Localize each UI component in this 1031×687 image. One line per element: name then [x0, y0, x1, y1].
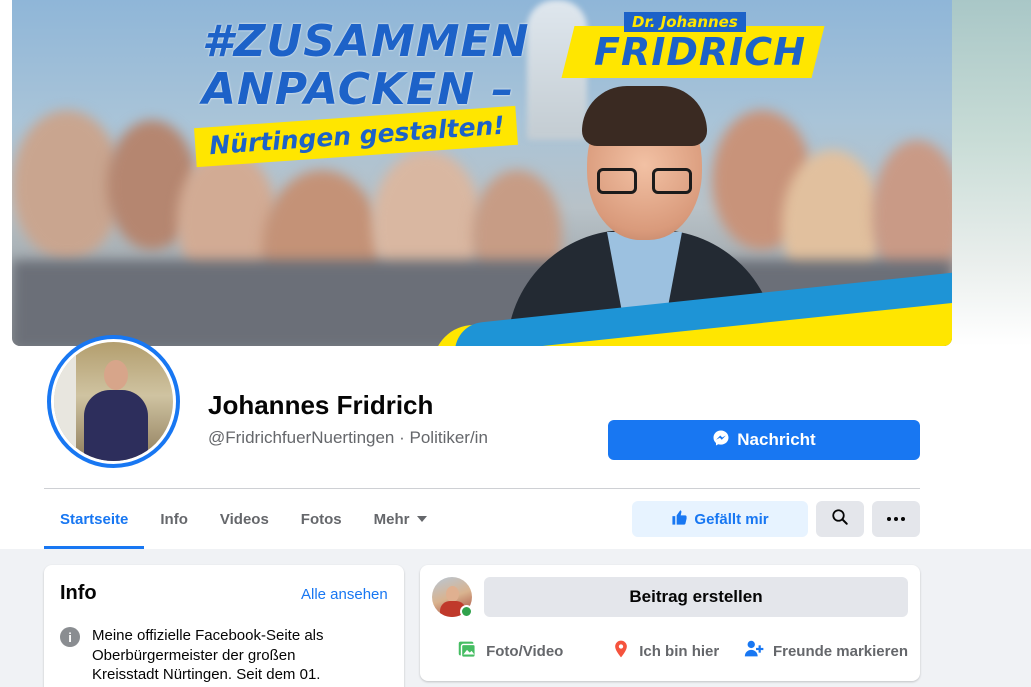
create-post-button[interactable]: Beitrag erstellen	[484, 577, 908, 617]
crowd-face	[12, 110, 122, 260]
subtitle-separator: ·	[394, 428, 410, 447]
page-handle: @FridrichfuerNuertingen	[208, 428, 395, 447]
tab-label: Fotos	[300, 510, 342, 528]
info-card-title: Info	[60, 582, 97, 604]
page-subtitle: @FridrichfuerNuertingen · Politiker/in	[208, 428, 488, 448]
tab-videos[interactable]: Videos	[204, 489, 285, 549]
online-status-dot	[460, 605, 473, 618]
tab-info[interactable]: Info	[144, 489, 204, 549]
tag-friends-icon	[743, 638, 765, 664]
thumbs-up-icon	[671, 509, 688, 530]
photo-video-icon	[456, 638, 478, 664]
action-label: Ich bin hier	[639, 642, 720, 660]
action-label: Freunde markieren	[772, 642, 908, 660]
more-options-button[interactable]	[872, 501, 920, 537]
avatar	[54, 342, 173, 461]
post-actions-row: Foto/Video Ich bin hier Freunde markiere…	[432, 633, 908, 669]
background-edge	[952, 0, 1031, 346]
page-tabs: Startseite Info Videos Fotos Mehr	[44, 489, 443, 549]
cover-headline: #ZUSAMMEN ANPACKEN –	[202, 18, 529, 114]
messenger-icon	[712, 429, 730, 452]
info-description: Meine offizielle Facebook-Seite als Ober…	[92, 627, 324, 683]
portrait-glasses	[597, 168, 692, 194]
see-all-link[interactable]: Alle ansehen	[301, 586, 388, 603]
cover-headline-line-1: #ZUSAMMEN	[202, 16, 530, 67]
page-title: Johannes Fridrich	[208, 390, 434, 420]
cover-headline-line-2: ANPACKEN –	[202, 64, 515, 115]
location-pin-icon	[611, 638, 631, 664]
tab-label: Startseite	[60, 510, 129, 528]
more-dots-icon-dot	[901, 517, 905, 521]
tab-startseite[interactable]: Startseite	[44, 489, 145, 549]
tab-label: Mehr	[373, 510, 410, 528]
info-circle-icon: i	[60, 627, 80, 647]
create-post-card: Beitrag erstellen Foto/Video Ich bin hie…	[420, 565, 920, 681]
profile-picture[interactable]	[47, 335, 180, 468]
more-dots-icon	[887, 517, 891, 521]
action-label: Foto/Video	[486, 642, 564, 660]
message-button-label: Nachricht	[737, 430, 816, 449]
caret-down-icon	[417, 516, 428, 522]
tab-label: Info	[160, 510, 188, 528]
page-category[interactable]: Politiker/in	[410, 428, 488, 447]
cover-name-small: Dr. Johannes	[624, 12, 746, 32]
tag-friends-button[interactable]: Freunde markieren	[743, 633, 908, 669]
tab-fotos[interactable]: Fotos	[285, 489, 358, 549]
check-in-button[interactable]: Ich bin hier	[587, 633, 742, 669]
search-icon	[831, 508, 849, 531]
more-dots-icon-dot	[894, 517, 898, 521]
photo-video-button[interactable]: Foto/Video	[432, 633, 587, 669]
like-page-button[interactable]: Gefällt mir	[632, 501, 808, 537]
portrait-hair	[582, 86, 707, 146]
info-card: Info Alle ansehen i Meine offizielle Fac…	[44, 565, 404, 687]
tab-mehr[interactable]: Mehr	[358, 489, 444, 549]
cover-name-big: FRIDRICH	[594, 30, 806, 74]
search-button[interactable]	[816, 501, 864, 537]
cover-tagline: Nürtingen gestalten!	[194, 105, 518, 168]
tab-label: Videos	[219, 510, 269, 528]
message-button[interactable]: Nachricht	[608, 420, 920, 460]
like-button-label: Gefällt mir	[694, 510, 769, 528]
cover-photo[interactable]: #ZUSAMMEN ANPACKEN – Nürtingen gestalten…	[12, 0, 952, 346]
